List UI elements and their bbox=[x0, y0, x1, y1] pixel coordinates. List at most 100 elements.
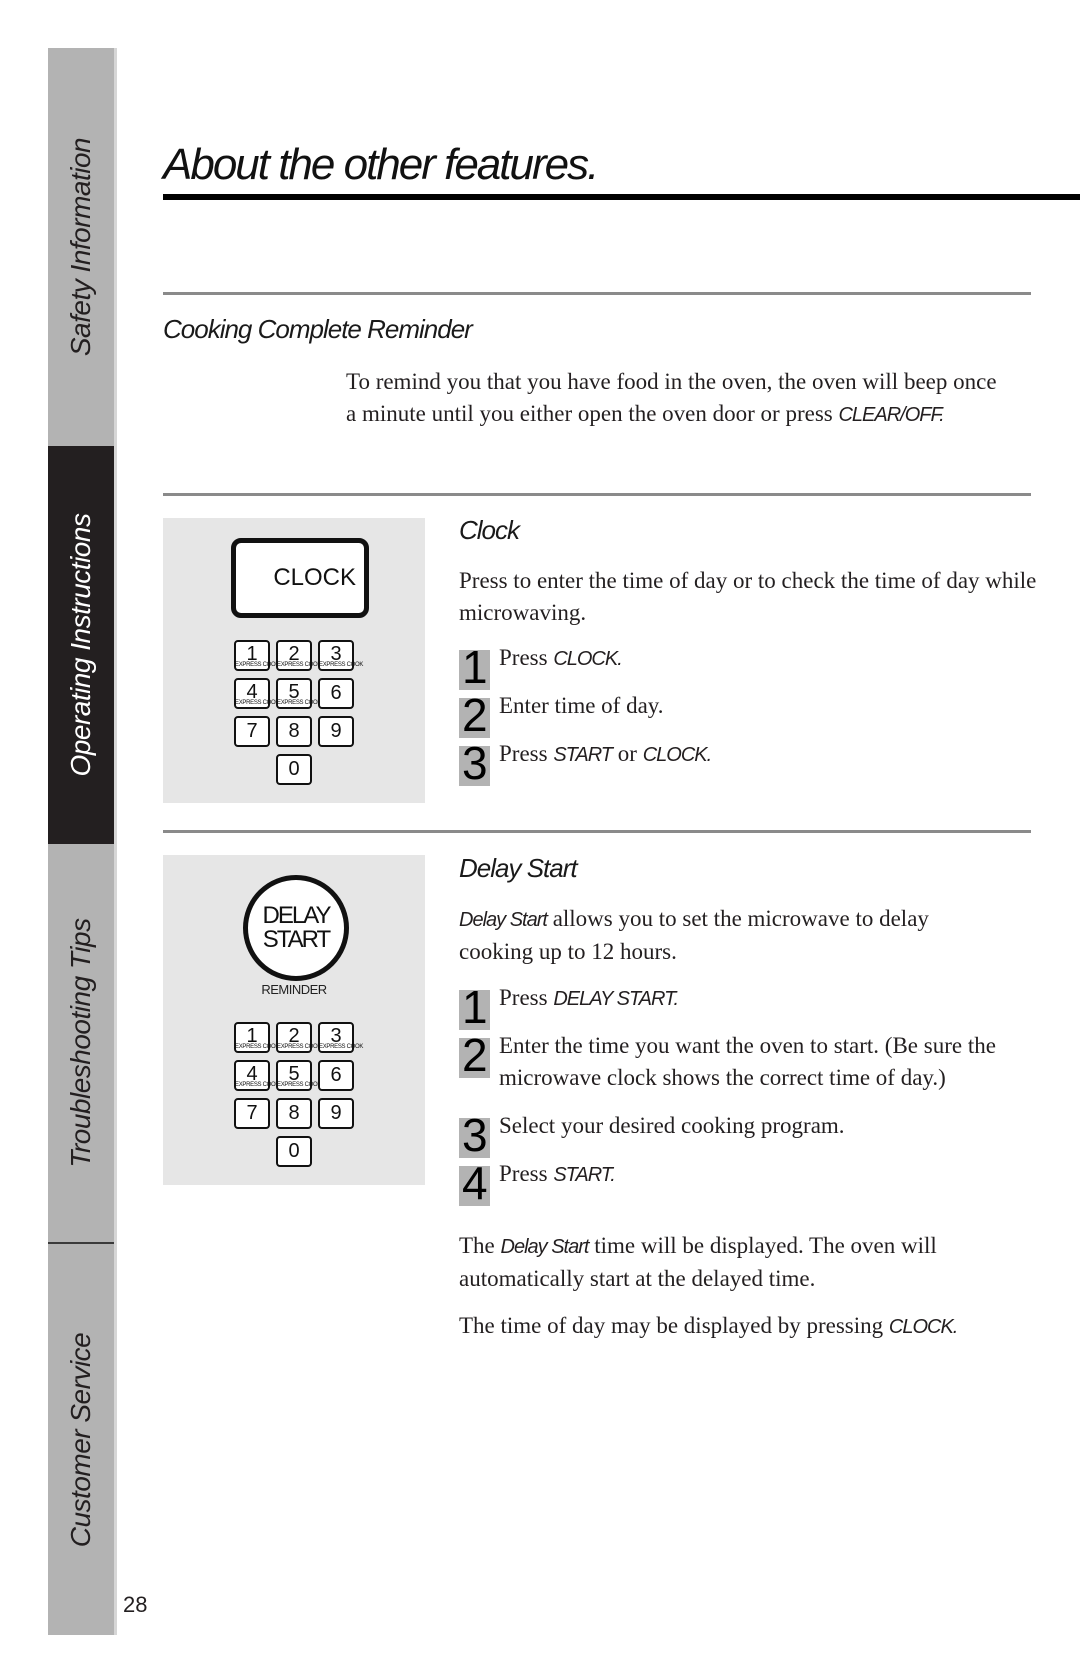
keypad-key-9: 9 bbox=[318, 1098, 354, 1129]
key-name: CLOCK. bbox=[553, 648, 622, 670]
cooking-complete-text: To remind you that you have food in the … bbox=[346, 366, 1006, 431]
page-title: About the other features. bbox=[163, 140, 599, 189]
tab-troubleshooting-tips[interactable]: Troubleshooting Tips bbox=[48, 844, 114, 1242]
key-sublabel: EXPRESS COOK bbox=[277, 1082, 322, 1088]
step-number: 2 bbox=[462, 689, 488, 741]
key-sublabel: EXPRESS COOK bbox=[319, 662, 364, 668]
step-number: 1 bbox=[462, 981, 488, 1033]
delay-start-illustration: DELAY START REMINDER 1 EXPRESS COOK 2 EXPR… bbox=[163, 855, 425, 1185]
key-sublabel: EXPRESS COOK bbox=[235, 1082, 280, 1088]
tab-label: Troubleshooting Tips bbox=[65, 918, 96, 1168]
reminder-label: REMINDER bbox=[261, 982, 327, 997]
key-number: 1 bbox=[246, 643, 258, 665]
step-label: Press bbox=[499, 645, 554, 670]
keypad-key-6: 6 bbox=[318, 1060, 354, 1091]
keypad-key-1: 1 EXPRESS COOK bbox=[234, 1022, 279, 1053]
title-rule bbox=[163, 194, 1080, 200]
section-divider bbox=[163, 830, 1031, 833]
step-text: Select your desired cooking program. bbox=[499, 1113, 845, 1138]
key-number: 5 bbox=[288, 1063, 300, 1085]
page-number: 28 bbox=[123, 1592, 148, 1617]
keypad-key-7: 7 bbox=[234, 716, 270, 747]
delay-start-key: DELAY START bbox=[243, 875, 349, 981]
section-divider bbox=[163, 493, 1031, 496]
key-number: 4 bbox=[246, 681, 258, 703]
keypad-key-7: 7 bbox=[234, 1098, 270, 1129]
tab-safety-information[interactable]: Safety Information bbox=[48, 48, 114, 446]
key-name: DELAY START. bbox=[553, 988, 679, 1010]
delay-start-heading: Delay Start bbox=[459, 853, 578, 883]
key-number: 2 bbox=[288, 643, 300, 665]
key-number: 4 bbox=[246, 1063, 258, 1085]
key-number: 1 bbox=[246, 1025, 258, 1047]
key-sublabel: EXPRESS COOK bbox=[235, 662, 280, 668]
keypad-key-3: 3 EXPRESS COOK bbox=[318, 1022, 363, 1053]
step-number: 1 bbox=[462, 641, 488, 693]
key-number: 6 bbox=[330, 1064, 342, 1086]
key-name: START. bbox=[553, 1164, 615, 1186]
key-line: START bbox=[262, 926, 331, 953]
key-name: CLOCK. bbox=[888, 1316, 958, 1338]
keypad-key-5: 5 EXPRESS COOK bbox=[276, 678, 321, 709]
clock-key: CLOCK bbox=[231, 538, 369, 618]
key-number: 2 bbox=[288, 1025, 300, 1047]
step-number: 4 bbox=[462, 1157, 488, 1209]
keypad-key-4: 4 EXPRESS COOK bbox=[234, 1060, 279, 1091]
key-sublabel: EXPRESS COOK bbox=[277, 700, 322, 706]
delay-start-note-1: The Delay Start time will be displayed. … bbox=[459, 1230, 999, 1295]
step-number: 3 bbox=[462, 1109, 488, 1161]
body-text: The time of day may be displayed by pres… bbox=[459, 1313, 889, 1338]
keypad-key-8: 8 bbox=[276, 1098, 312, 1129]
keypad-key-1: 1 EXPRESS COOK bbox=[234, 640, 279, 671]
keypad-key-9: 9 bbox=[318, 716, 354, 747]
step-label: Press bbox=[499, 985, 554, 1010]
clock-illustration: CLOCK 1 EXPRESS COOK 2 EXPRESS COOK 3 EXPRE… bbox=[163, 518, 425, 803]
key-name: START bbox=[553, 744, 613, 766]
step-label: or bbox=[612, 741, 643, 766]
key-number: 9 bbox=[330, 1102, 342, 1124]
cooking-complete-heading: Cooking Complete Reminder bbox=[163, 314, 473, 344]
keypad-key-8: 8 bbox=[276, 716, 312, 747]
key-sublabel: EXPRESS COOK bbox=[319, 1044, 364, 1050]
step-text: Press START or CLOCK. bbox=[499, 738, 1039, 771]
key-name: Delay Start bbox=[459, 909, 548, 931]
keypad-key-6: 6 bbox=[318, 678, 354, 709]
keypad-key-5: 5 EXPRESS COOK bbox=[276, 1060, 321, 1091]
clock-heading: Clock bbox=[459, 515, 520, 545]
tab-label: Safety Information bbox=[65, 137, 96, 357]
step-label: Press bbox=[499, 741, 554, 766]
keypad-key-3: 3 EXPRESS COOK bbox=[318, 640, 363, 671]
key-number: 0 bbox=[288, 1140, 300, 1162]
key-sublabel: EXPRESS COOK bbox=[235, 700, 280, 706]
key-number: 7 bbox=[246, 1102, 258, 1124]
step-text: Enter time of day. bbox=[499, 693, 664, 718]
keypad-key-0: 0 bbox=[276, 754, 312, 785]
body-text: The bbox=[459, 1233, 501, 1258]
tab-label: Operating Instructions bbox=[65, 513, 96, 777]
step-number: 3 bbox=[462, 737, 488, 789]
keypad-key-2: 2 EXPRESS COOK bbox=[276, 640, 321, 671]
step-text: Press CLOCK. bbox=[499, 642, 1039, 675]
key-number: 5 bbox=[288, 681, 300, 703]
step-text: Press DELAY START. bbox=[499, 982, 1039, 1015]
step-text: Press START. bbox=[499, 1158, 1039, 1191]
step-text: Enter the time you want the oven to star… bbox=[499, 1033, 996, 1090]
key-name: Delay Start bbox=[500, 1236, 590, 1258]
key-number: 7 bbox=[246, 720, 258, 742]
key-number: 6 bbox=[330, 682, 342, 704]
tab-customer-service[interactable]: Customer Service bbox=[48, 1244, 114, 1635]
delay-start-intro: Delay Start allows you to set the microw… bbox=[459, 903, 999, 968]
section-divider bbox=[163, 292, 1031, 295]
step-label: Press bbox=[499, 1161, 554, 1186]
step-number: 2 bbox=[462, 1029, 488, 1081]
keypad-key-4: 4 EXPRESS COOK bbox=[234, 678, 279, 709]
keypad-key-0: 0 bbox=[276, 1136, 312, 1167]
tab-label: Customer Service bbox=[65, 1332, 96, 1547]
delay-start-note-2: The time of day may be displayed by pres… bbox=[459, 1310, 1019, 1343]
key-sublabel: EXPRESS COOK bbox=[277, 662, 322, 668]
key-sublabel: EXPRESS COOK bbox=[235, 1044, 280, 1050]
key-number: 3 bbox=[330, 1025, 342, 1047]
key-number: 8 bbox=[288, 1102, 300, 1124]
key-number: 8 bbox=[288, 720, 300, 742]
tab-operating-instructions[interactable]: Operating Instructions bbox=[48, 446, 114, 844]
